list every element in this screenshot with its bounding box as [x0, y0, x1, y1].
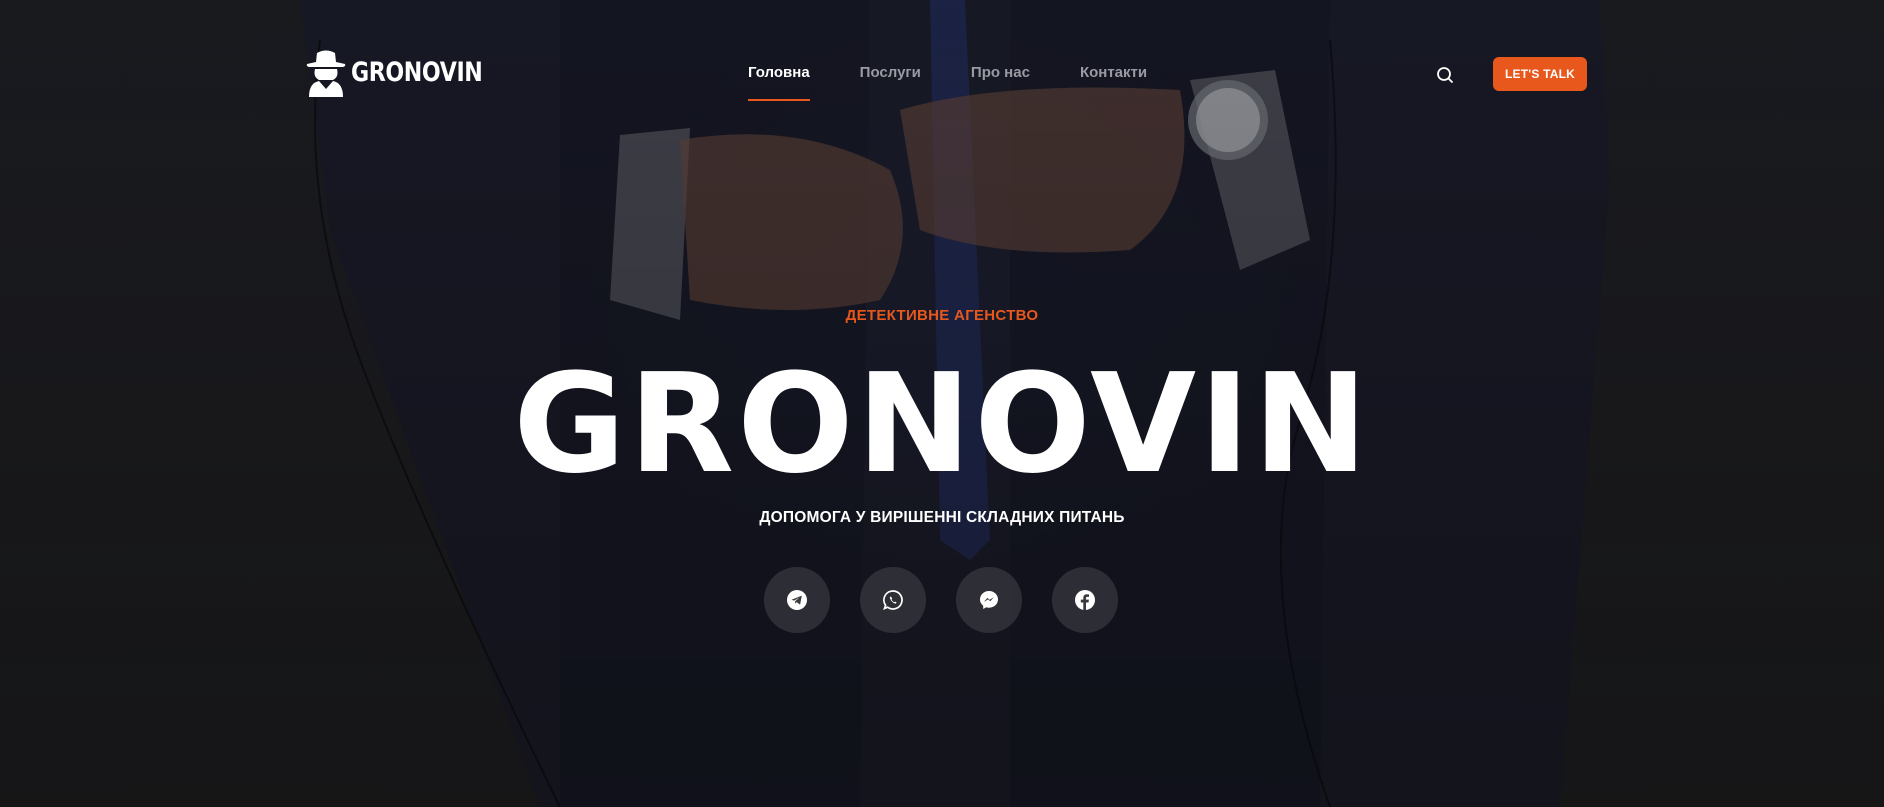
nav-item-services[interactable]: Послуги	[860, 64, 921, 95]
main-nav: Головна Послуги Про нас Контакти	[748, 64, 1197, 101]
nav-item-home[interactable]: Головна	[748, 64, 810, 101]
facebook-icon	[1075, 590, 1095, 610]
nav-item-about[interactable]: Про нас	[971, 64, 1030, 95]
logo[interactable]: GRONOVIN	[305, 47, 511, 97]
telegram-icon	[787, 590, 807, 610]
lets-talk-button[interactable]: LET'S TALK	[1493, 57, 1587, 91]
whatsapp-button[interactable]	[860, 567, 926, 633]
logo-text: GRONOVIN	[351, 56, 483, 88]
messenger-icon	[980, 591, 998, 609]
social-links	[764, 567, 1118, 633]
site-header: GRONOVIN Головна Послуги Про нас Контакт…	[0, 0, 1884, 110]
telegram-button[interactable]	[764, 567, 830, 633]
hero-title: GRONOVIN	[513, 345, 1371, 504]
whatsapp-icon	[883, 590, 903, 611]
messenger-button[interactable]	[956, 567, 1022, 633]
detective-logo-icon	[306, 50, 346, 97]
facebook-button[interactable]	[1052, 567, 1118, 633]
nav-item-contacts[interactable]: Контакти	[1080, 64, 1147, 95]
hero-subtitle: ДОПОМОГА У ВИРІШЕННІ СКЛАДНИХ ПИТАНЬ	[759, 509, 1125, 526]
search-icon[interactable]	[1434, 64, 1456, 86]
hero-eyebrow: ДЕТЕКТИВНЕ АГЕНСТВО	[845, 307, 1039, 324]
